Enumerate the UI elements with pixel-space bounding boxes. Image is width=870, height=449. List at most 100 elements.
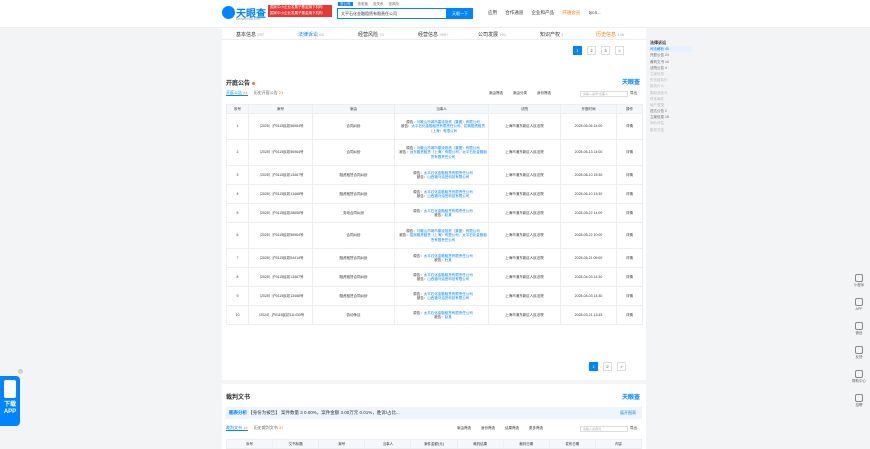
- page-1[interactable]: 1: [573, 46, 582, 55]
- logo[interactable]: 天眼查 tianyancha.com: [222, 5, 272, 23]
- defendant-link[interactable]: 山西福马油田科技有限公司: [427, 194, 469, 198]
- search-tab-boss[interactable]: 查老板: [357, 2, 368, 6]
- defendant-line: 被告：山西福马油田科技有限公司: [398, 296, 488, 300]
- nav-vip[interactable]: 开通会员: [562, 10, 580, 15]
- defendant-link[interactable]: 招商融资租赁（上海）有限公司、太平石化金融租赁有限责任公司: [410, 233, 487, 241]
- row-case[interactable]: （2025）沪0115民初56964号: [248, 139, 313, 166]
- subtab-current[interactable]: 开庭公告 24: [226, 90, 248, 96]
- search-input[interactable]: 太平石化金融租赁有限责任公司: [337, 8, 447, 19]
- row-time: 2025-04-03 14:30: [560, 267, 617, 287]
- row-case[interactable]: （2025）沪0115民初13467号: [248, 165, 313, 185]
- defendant-link[interactable]: 赵某: [445, 315, 452, 319]
- row-detail-link[interactable]: 详情: [616, 184, 643, 204]
- row-court: 上海市浦东新区人民法院: [488, 305, 561, 325]
- nav-products[interactable]: 企业和产品: [532, 10, 555, 15]
- filter-reason[interactable]: 案由筛选: [457, 426, 471, 430]
- tab-business-info[interactable]: 经营信息 999+: [418, 31, 448, 38]
- export-button[interactable]: 导出: [630, 426, 637, 431]
- page-next[interactable]: >: [615, 46, 624, 55]
- row-detail-link[interactable]: 详情: [616, 139, 643, 166]
- search-tab-relation[interactable]: 查关系: [373, 2, 384, 6]
- tab-legal[interactable]: 法律诉讼 65: [298, 31, 324, 41]
- row-case[interactable]: （2025）沪0115民初56964号: [248, 222, 313, 249]
- page-3[interactable]: 3: [601, 46, 610, 55]
- defendant-line: 被告：招商融资租赁（上海）有限公司、太平石化金融租赁有限责任公司: [398, 233, 488, 242]
- dock-label: 微信: [855, 331, 863, 335]
- tab-business-risk[interactable]: 经营风险 74: [358, 31, 384, 38]
- row-detail-link[interactable]: 详情: [616, 222, 643, 249]
- analysis-banner[interactable]: 图表分析 【身份为被告】 案件数量 3 0.00%，案件金额 3.00万元 0.…: [226, 407, 642, 419]
- sidebar-item[interactable]: 股权冻结: [650, 127, 692, 133]
- nav-apps[interactable]: 应用: [488, 10, 497, 15]
- close-icon[interactable]: ×: [18, 369, 23, 374]
- dock-wechat[interactable]: 微信: [850, 322, 868, 344]
- row-case[interactable]: （2025）沪0115民初13468号: [248, 286, 313, 306]
- row-case[interactable]: （2025）沪0115民初13468号: [248, 184, 313, 204]
- filter-identity[interactable]: 身份筛选: [481, 426, 495, 430]
- row-detail-link[interactable]: 详情: [616, 113, 643, 140]
- dock-miniprogram[interactable]: 小程序: [850, 274, 868, 296]
- filter-reason[interactable]: 案由筛选: [489, 91, 503, 95]
- defendant-link[interactable]: 杜某: [445, 258, 452, 262]
- filter-more[interactable]: 更多筛选: [529, 426, 543, 430]
- section-sidebar: 法律诉讼 司法解析 45 开庭公告 24 裁判文书 14 法院公告 4 立案信息…: [650, 40, 692, 133]
- row-reason: 合同纠纷: [312, 222, 395, 249]
- filter-result[interactable]: 结果筛选: [505, 426, 519, 430]
- filter-identity[interactable]: 身份筛选: [537, 91, 551, 95]
- phone-icon: [4, 380, 16, 398]
- dock-jobs[interactable]: 招聘: [850, 394, 868, 416]
- defendant-link[interactable]: 太平石化金融租赁有限责任公司、招商融资租赁（上海）有限公司: [412, 124, 486, 132]
- row-detail-link[interactable]: 详情: [616, 248, 643, 268]
- tab-basic-info[interactable]: 基本信息 297: [236, 31, 264, 38]
- subtab-history[interactable]: 历史开庭公告 21: [254, 90, 284, 95]
- defendant-link[interactable]: 山西福马油田科技有限公司: [427, 175, 469, 179]
- subtab-current[interactable]: 裁判文书 14: [226, 425, 248, 431]
- search-tab-risk[interactable]: 查风险: [388, 2, 399, 6]
- page-next[interactable]: >: [617, 362, 626, 371]
- app-download-banner[interactable]: 下载APP: [0, 376, 20, 426]
- page-2[interactable]: 2: [603, 362, 612, 371]
- row-detail-link[interactable]: 详情: [616, 305, 643, 325]
- hearing-table: 序号 案号 案由 当事人 法院 开庭时间 操作 1 （2025）沪0115民初56…: [226, 104, 643, 325]
- row-case[interactable]: （2025）沪0115民初56964号: [248, 113, 313, 140]
- page-1[interactable]: 1: [589, 362, 598, 371]
- hearing-search-input[interactable]: 请输入案号/当事人: [580, 91, 628, 97]
- search-tab-company[interactable]: 查公司: [338, 2, 353, 6]
- promo-banner[interactable]: 国家中小企业发展子基金旗下机构 国家中小企业发展子基金旗下机构: [268, 5, 332, 17]
- row-detail-link[interactable]: 详情: [616, 267, 643, 287]
- filter-category[interactable]: 案由分类: [513, 91, 527, 95]
- tab-history[interactable]: 历史信息 149: [596, 31, 624, 38]
- judgment-search-input[interactable]: 请输入关键词: [580, 426, 628, 432]
- row-detail-link[interactable]: 详情: [616, 165, 643, 185]
- defendant-link[interactable]: 山西福马油田科技有限公司: [427, 277, 469, 281]
- table-row: 7 （2025）沪0115民初54414号 融资租赁合同纠纷 原告：太平石化金融租赁有…: [226, 248, 643, 268]
- export-button[interactable]: 导出: [630, 91, 637, 96]
- defendant-link[interactable]: 远东融资租赁（上海）有限公司、太平石化金融租赁有限责任公司: [410, 150, 487, 158]
- nav-cooperation[interactable]: 合作通道: [505, 10, 523, 15]
- tab-development[interactable]: 公司发展 191: [478, 31, 506, 38]
- search-button[interactable]: 天眼一下: [447, 8, 473, 19]
- defendant-link[interactable]: 赵某: [445, 213, 452, 217]
- col-title: 文书标题: [272, 439, 320, 449]
- tab-ip[interactable]: 知识产权 1: [540, 31, 564, 38]
- row-detail-link[interactable]: 详情: [616, 203, 643, 223]
- table-row: 9 （2025）沪0115民初13468号 融资租赁合同纠纷 原告：太平石化金融租赁有…: [226, 286, 643, 306]
- defendant-link[interactable]: 山西福马油田科技有限公司: [427, 296, 469, 300]
- subtab-history[interactable]: 历史裁判文书 37: [254, 425, 284, 430]
- row-case[interactable]: （2025）沪0115民初13467号: [248, 267, 313, 287]
- dock-app[interactable]: APP: [850, 298, 868, 320]
- row-party: 原告：太平石化金融租赁有限责任公司 被告：山西福马油田科技有限公司: [394, 165, 489, 185]
- row-case[interactable]: （2024）沪0115民初111433号: [248, 305, 313, 325]
- dock-help[interactable]: 帮助中心: [850, 370, 868, 392]
- row-case[interactable]: （2025）沪0115民初28656号: [248, 203, 313, 223]
- row-no: 2: [226, 139, 249, 166]
- dock-feedback[interactable]: 反馈: [850, 346, 868, 368]
- row-detail-link[interactable]: 详情: [616, 286, 643, 306]
- col-content: 内容: [594, 439, 643, 449]
- logo-sub: tianyancha.com: [236, 17, 261, 21]
- page-2[interactable]: 2: [587, 46, 596, 55]
- table-row: 3 （2025）沪0115民初13467号 融资租赁合同纠纷 原告：太平石化金融租赁有…: [226, 165, 643, 185]
- nav-user[interactable]: tyc4...: [589, 10, 601, 15]
- analysis-expand[interactable]: 展开图表: [620, 407, 636, 419]
- row-case[interactable]: （2025）沪0115民初54414号: [248, 248, 313, 268]
